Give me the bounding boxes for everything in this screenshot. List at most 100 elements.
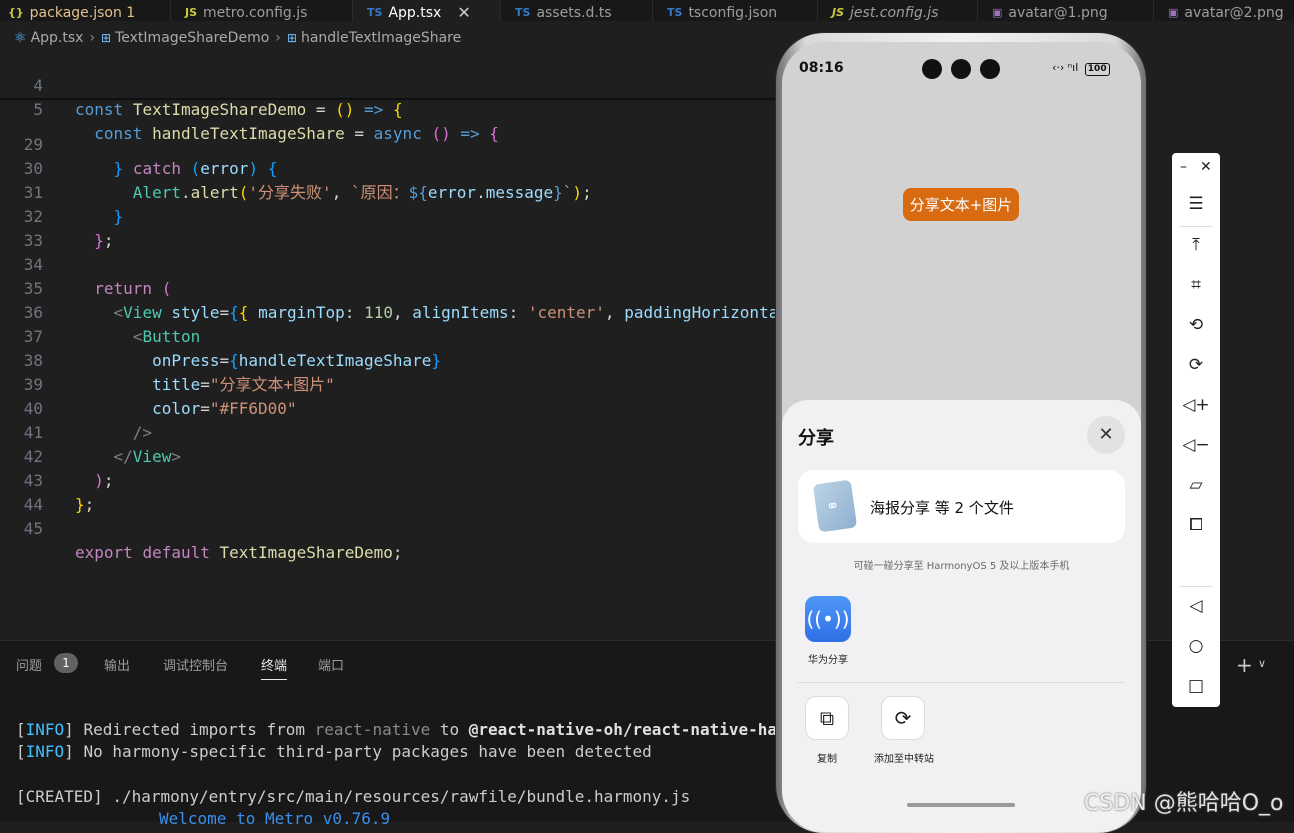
multi-device-icon[interactable]: ⧠ <box>1172 515 1220 535</box>
divider <box>1180 586 1212 587</box>
fold-icon[interactable]: ▱ <box>1172 475 1220 495</box>
tab-avatar-2[interactable]: ▣ avatar@2.png <box>1154 0 1294 21</box>
screenshot-crop-icon[interactable]: ⌗ <box>1172 275 1220 295</box>
code-line: 39 color="#FF6D00" <box>23 375 297 418</box>
chevron-right-icon: › <box>89 30 96 46</box>
code-line: 36 <Button <box>23 303 201 346</box>
huawei-share-label: 华为分享 <box>808 655 848 666</box>
divider <box>1180 226 1212 227</box>
code-line: 37 onPress={handleTextImageShare} <box>23 327 442 370</box>
phone-screen[interactable]: 08:16 ‹·› ⁿıl 100 分享文本+图片 分享 ✕ ⚭ 海报分享 等 … <box>782 42 1141 832</box>
code-line: 43 }; <box>23 471 95 514</box>
code-line: 4 const TextImageShareDemo = () => { <box>33 76 403 119</box>
huawei-share-icon[interactable]: ((•)) <box>805 596 851 642</box>
watermark: CSDN @熊哈哈O_o <box>1084 791 1284 816</box>
breadcrumb-symbol[interactable]: handleTextImageShare <box>301 30 461 46</box>
new-terminal-icon[interactable]: + <box>1236 653 1253 677</box>
rotate-right-icon[interactable]: ⟳ <box>1172 355 1220 375</box>
tab-label: package.json 1 <box>29 5 136 21</box>
tab-terminal[interactable]: 终端 <box>261 655 288 680</box>
code-line: 42 ); <box>23 447 114 490</box>
tab-tsconfig[interactable]: TS tsconfig.json <box>653 0 818 21</box>
pin-top-icon[interactable]: ⤒ <box>1172 235 1220 255</box>
code-line: 30 Alert.alert('分享失败', `原因：${error.messa… <box>23 159 592 202</box>
code-line: 45 export default TextImageShareDemo; <box>23 519 403 562</box>
rotate-left-icon[interactable]: ⟲ <box>1172 315 1220 335</box>
breadcrumb-symbol[interactable]: TextImageShareDemo <box>115 30 269 46</box>
transfer-station-icon[interactable]: ⟳ <box>881 696 925 740</box>
tab-label: avatar@1.png <box>1008 5 1108 21</box>
symbol-icon: ⊞ <box>101 31 112 45</box>
sheet-title: 分享 <box>798 428 834 449</box>
transfer-station-label: 添加至中转站 <box>874 754 934 765</box>
tab-label: assets.d.ts <box>536 5 612 21</box>
volume-down-icon[interactable]: ◁− <box>1172 435 1220 455</box>
close-icon[interactable]: ✕ <box>1087 416 1125 454</box>
tab-debug-console[interactable]: 调试控制台 <box>163 655 228 674</box>
tab-jest-config[interactable]: JS jest.config.js <box>818 0 978 21</box>
breadcrumb-file[interactable]: App.tsx <box>31 30 84 46</box>
code-line: 32 }; <box>23 207 114 250</box>
symbol-icon: ⊞ <box>286 31 297 45</box>
emulator-toolbar: – ✕ ☰ ⤒ ⌗ ⟲ ⟳ ◁+ ◁− ▱ ⧠ ◁ ○ □ <box>1172 153 1220 707</box>
minimize-icon[interactable]: – <box>1180 159 1187 175</box>
js-file-icon: JS <box>185 6 198 19</box>
recent-apps-icon[interactable]: □ <box>1172 676 1220 696</box>
tab-label: App.tsx <box>388 5 442 21</box>
terminal-line: [CREATED] ./harmony/entry/src/main/resou… <box>16 787 691 806</box>
close-icon[interactable]: ✕ <box>457 5 470 21</box>
code-line: 38 title="分享文本+图片" <box>23 351 335 394</box>
ts-file-icon: TS <box>367 6 383 19</box>
editor-tab-bar: {} package.json 1 JS metro.config.js TS … <box>0 0 1294 21</box>
divider <box>798 682 1125 683</box>
file-label: 海报分享 等 2 个文件 <box>870 499 1014 517</box>
home-icon[interactable]: ○ <box>1172 636 1220 656</box>
tab-label: jest.config.js <box>850 5 939 21</box>
code-line: 31 } <box>23 183 124 226</box>
copy-icon[interactable]: ⧉ <box>805 696 849 740</box>
tab-package-json[interactable]: {} package.json 1 <box>0 0 171 21</box>
tab-problems[interactable]: 问题 <box>16 655 42 674</box>
status-icons: ‹·› ⁿıl 100 <box>1052 61 1110 76</box>
file-card[interactable]: ⚭ 海报分享 等 2 个文件 <box>798 470 1125 543</box>
tab-assets-d-ts[interactable]: TS assets.d.ts <box>501 0 653 21</box>
battery-icon: 100 <box>1084 63 1110 76</box>
image-file-icon: ▣ <box>992 6 1003 19</box>
back-icon[interactable]: ◁ <box>1172 596 1220 616</box>
code-line: 5 const handleTextImageShare = async () … <box>33 100 499 143</box>
share-sheet: 分享 ✕ ⚭ 海报分享 等 2 个文件 可碰一碰分享至 HarmonyOS 5 … <box>782 400 1141 832</box>
terminal-line: [INFO] Redirected imports from react-nat… <box>16 720 826 739</box>
chevron-right-icon: › <box>275 30 281 46</box>
tab-ports[interactable]: 端口 <box>318 655 344 674</box>
code-line: 44 <box>23 495 43 514</box>
json-icon: {} <box>8 6 24 19</box>
tab-app-tsx[interactable]: TS App.tsx ✕ <box>353 0 501 21</box>
tab-label: metro.config.js <box>203 5 308 21</box>
problems-badge: 1 <box>54 653 78 673</box>
home-indicator[interactable] <box>907 803 1015 807</box>
close-icon[interactable]: ✕ <box>1200 159 1212 175</box>
terminal-line: Welcome to Metro v0.76.9 <box>159 809 391 828</box>
code-editor[interactable]: 4 const TextImageShareDemo = () => { 5 c… <box>0 50 780 640</box>
camera-icon <box>980 59 1000 79</box>
code-line: 29 } catch (error) { <box>23 135 278 178</box>
volume-up-icon[interactable]: ◁+ <box>1172 395 1220 415</box>
menu-icon[interactable]: ☰ <box>1172 194 1220 214</box>
breadcrumb: ⚛ App.tsx › ⊞ TextImageShareDemo › ⊞ han… <box>14 28 461 48</box>
code-line: 35 <View style={{ marginTop: 110, alignI… <box>23 279 780 322</box>
tab-avatar-1[interactable]: ▣ avatar@1.png <box>978 0 1154 21</box>
chevron-down-icon[interactable]: ∨ <box>1258 657 1266 670</box>
camera-icon <box>922 59 942 79</box>
tab-metro-config[interactable]: JS metro.config.js <box>171 0 353 21</box>
share-hint: 可碰一碰分享至 HarmonyOS 5 及以上版本手机 <box>853 561 1070 572</box>
share-text-image-button[interactable]: 分享文本+图片 <box>903 188 1019 221</box>
copy-label: 复制 <box>817 754 837 765</box>
js-file-icon: JS <box>832 6 845 19</box>
camera-icon <box>951 59 971 79</box>
tab-label: avatar@2.png <box>1184 5 1284 21</box>
ts-file-icon: TS <box>667 6 683 19</box>
code-line: 34 return ( <box>23 255 172 298</box>
tab-output[interactable]: 输出 <box>104 655 130 674</box>
code-line: 41 </View> <box>23 423 181 466</box>
react-icon: ⚛ <box>14 30 27 46</box>
